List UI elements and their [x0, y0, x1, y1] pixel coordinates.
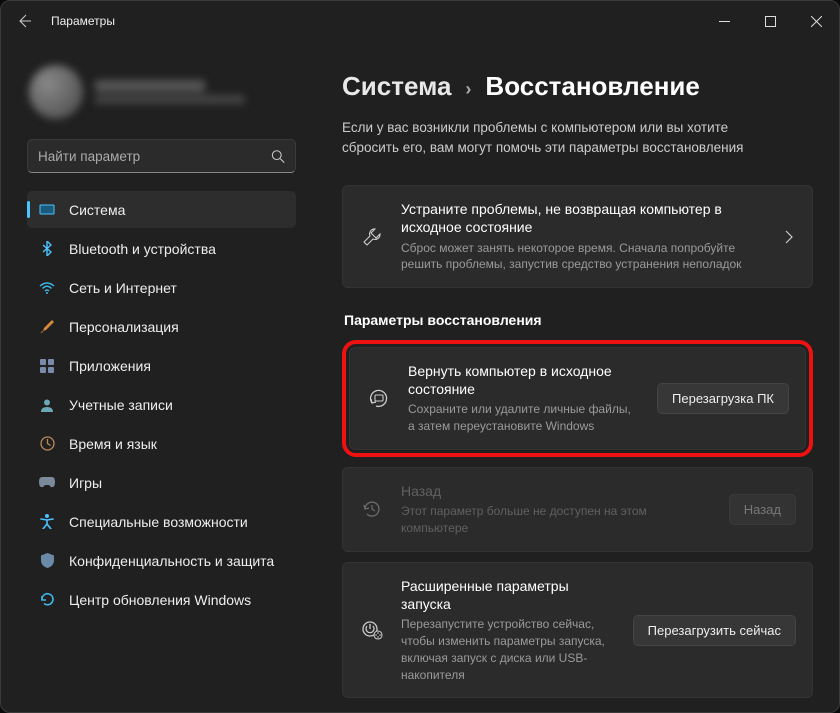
restart-now-button[interactable]: Перезагрузить сейчас	[633, 615, 796, 646]
highlight-annotation: Вернуть компьютер в исходное состояние С…	[342, 340, 813, 457]
nav-label: Сеть и Интернет	[69, 280, 177, 296]
minimize-button[interactable]	[701, 1, 747, 41]
reset-pc-button[interactable]: Перезагрузка ПК	[657, 383, 789, 414]
nav-privacy[interactable]: Конфиденциальность и защита	[27, 542, 296, 579]
card-title: Устраните проблемы, не возвращая компьют…	[401, 200, 764, 236]
nav-label: Система	[69, 202, 125, 218]
nav-label: Специальные возможности	[69, 514, 248, 530]
nav-time-language[interactable]: Время и язык	[27, 425, 296, 462]
page-subtitle: Если у вас возникли проблемы с компьютер…	[342, 118, 772, 157]
breadcrumb-parent[interactable]: Система	[342, 71, 451, 102]
bluetooth-icon	[39, 241, 55, 257]
nav-system[interactable]: Система	[27, 191, 296, 228]
clock-globe-icon	[39, 436, 55, 452]
card-title: Расширенные параметры запуска	[401, 577, 615, 613]
accessibility-icon	[39, 514, 55, 530]
close-button[interactable]	[793, 1, 839, 41]
search-input[interactable]	[38, 149, 271, 164]
user-profile[interactable]	[27, 51, 296, 137]
nav-label: Приложения	[69, 358, 151, 374]
close-icon	[811, 16, 822, 27]
update-icon	[39, 592, 55, 608]
gamepad-icon	[39, 475, 55, 491]
card-desc: Перезапустите устройство сейчас, чтобы и…	[401, 616, 615, 683]
advanced-startup-card: Расширенные параметры запуска Перезапуст…	[342, 562, 813, 699]
reset-icon	[368, 389, 390, 409]
card-desc: Сброс может занять некоторое время. Снач…	[401, 240, 764, 274]
sidebar: Система Bluetooth и устройства Сеть и Ин…	[1, 41, 306, 712]
chevron-right-icon	[782, 230, 796, 244]
history-icon	[361, 499, 383, 519]
go-back-card: Назад Этот параметр больше не доступен н…	[342, 467, 813, 552]
settings-window: Параметры	[0, 0, 840, 713]
reset-pc-card: Вернуть компьютер в исходное состояние С…	[349, 347, 806, 450]
nav-label: Игры	[69, 475, 102, 491]
titlebar: Параметры	[1, 1, 839, 41]
nav-label: Персонализация	[69, 319, 179, 335]
maximize-button[interactable]	[747, 1, 793, 41]
arrow-left-icon	[16, 13, 32, 29]
nav-apps[interactable]: Приложения	[27, 347, 296, 384]
wifi-icon	[39, 280, 55, 296]
power-settings-icon	[361, 620, 383, 640]
nav-accessibility[interactable]: Специальные возможности	[27, 503, 296, 540]
maximize-icon	[765, 16, 776, 27]
page-title: Восстановление	[485, 71, 699, 102]
avatar	[29, 65, 83, 119]
nav-label: Конфиденциальность и защита	[69, 553, 274, 569]
go-back-button: Назад	[729, 494, 796, 525]
card-desc: Сохраните или удалите личные файлы, а за…	[408, 401, 639, 435]
chevron-right-icon: ›	[465, 79, 471, 100]
troubleshoot-card[interactable]: Устраните проблемы, не возвращая компьют…	[342, 185, 813, 288]
wrench-icon	[361, 227, 383, 247]
shield-icon	[39, 553, 55, 569]
card-desc: Этот параметр больше не доступен на этом…	[401, 503, 711, 537]
search-box[interactable]	[27, 139, 296, 173]
minimize-icon	[719, 16, 730, 27]
nav-label: Время и язык	[69, 436, 157, 452]
person-icon	[39, 397, 55, 413]
nav-label: Центр обновления Windows	[69, 592, 251, 608]
nav-bluetooth[interactable]: Bluetooth и устройства	[27, 230, 296, 267]
paintbrush-icon	[39, 319, 55, 335]
nav-label: Bluetooth и устройства	[69, 241, 216, 257]
nav-windows-update[interactable]: Центр обновления Windows	[27, 581, 296, 618]
nav-gaming[interactable]: Игры	[27, 464, 296, 501]
main-content: Система › Восстановление Если у вас возн…	[306, 41, 839, 712]
nav-accounts[interactable]: Учетные записи	[27, 386, 296, 423]
nav-personalization[interactable]: Персонализация	[27, 308, 296, 345]
nav-network[interactable]: Сеть и Интернет	[27, 269, 296, 306]
breadcrumb: Система › Восстановление	[342, 71, 813, 102]
display-icon	[39, 202, 55, 218]
nav-list: Система Bluetooth и устройства Сеть и Ин…	[27, 191, 296, 618]
window-title: Параметры	[51, 14, 115, 28]
apps-icon	[39, 358, 55, 374]
section-heading: Параметры восстановления	[344, 312, 813, 328]
card-title: Назад	[401, 482, 711, 500]
nav-label: Учетные записи	[69, 397, 173, 413]
search-icon	[271, 149, 285, 164]
back-button[interactable]	[15, 12, 33, 30]
card-title: Вернуть компьютер в исходное состояние	[408, 362, 639, 398]
